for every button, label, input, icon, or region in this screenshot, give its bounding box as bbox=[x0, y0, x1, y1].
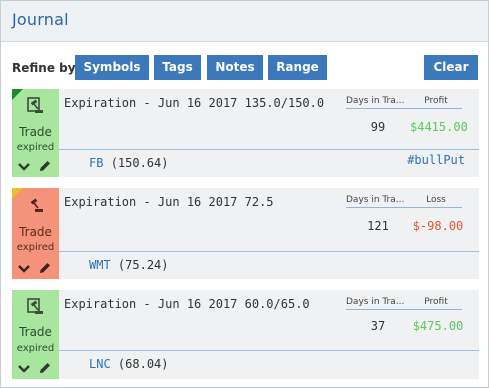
status-corner-marker bbox=[12, 89, 23, 100]
status-label: Trade bbox=[19, 225, 52, 239]
header-underline bbox=[346, 309, 462, 310]
gavel-icon bbox=[30, 198, 43, 212]
journal-panel: Journal Refine by: Symbols Tags Notes Ra… bbox=[0, 0, 489, 388]
loss-value: $-98.00 bbox=[412, 219, 464, 233]
pl-header: Loss bbox=[426, 195, 446, 205]
notes-filter-button[interactable]: Notes bbox=[207, 55, 263, 80]
days-header: Days in Tra... bbox=[346, 297, 405, 307]
entry-divider bbox=[59, 350, 479, 351]
status-label: Trade bbox=[19, 325, 52, 339]
pencil-icon[interactable] bbox=[39, 362, 51, 374]
entry-divider bbox=[59, 149, 479, 150]
journal-header: Journal bbox=[1, 1, 488, 42]
entry-status-panel: Trade expired bbox=[12, 290, 59, 379]
profit-value: $4415.00 bbox=[410, 120, 468, 134]
pencil-icon[interactable] bbox=[39, 262, 51, 274]
symbol-price: (150.64) bbox=[110, 156, 169, 170]
chevron-down-icon[interactable] bbox=[18, 364, 30, 374]
header-underline bbox=[346, 108, 462, 109]
pl-header: Profit bbox=[424, 297, 448, 307]
refine-label: Refine by: bbox=[12, 61, 81, 75]
entry-description: Expiration - Jun 16 2017 60.0/65.0 bbox=[64, 297, 310, 311]
gavel-icon bbox=[27, 298, 43, 314]
status-sublabel: expired bbox=[16, 142, 55, 153]
entry-description: Expiration - Jun 16 2017 135.0/150.0 bbox=[64, 96, 325, 110]
entry-status-panel: Trade expired bbox=[12, 188, 59, 279]
range-filter-button[interactable]: Range bbox=[268, 55, 327, 80]
journal-entry[interactable]: Trade expired Expiration - Jun 16 2017 1… bbox=[12, 89, 479, 177]
days-value: 37 bbox=[370, 319, 386, 333]
refine-bar: Refine by: Symbols Tags Notes Range Clea… bbox=[1, 54, 488, 82]
journal-entry[interactable]: Trade expired Expiration - Jun 16 2017 6… bbox=[12, 290, 479, 379]
entry-description: Expiration - Jun 16 2017 72.5 bbox=[64, 195, 274, 209]
days-header: Days in Tra... bbox=[346, 195, 405, 205]
clear-filter-button[interactable]: Clear bbox=[424, 55, 478, 80]
pl-header: Profit bbox=[424, 96, 448, 106]
entry-tag[interactable]: #bullPut bbox=[407, 153, 465, 167]
days-value: 99 bbox=[370, 120, 386, 134]
days-header: Days in Tra... bbox=[346, 96, 405, 106]
symbols-filter-button[interactable]: Symbols bbox=[75, 55, 149, 80]
status-corner-marker bbox=[12, 188, 23, 199]
entry-symbol: LNC (68.04) bbox=[89, 357, 169, 371]
chevron-down-icon[interactable] bbox=[18, 264, 30, 274]
gavel-icon bbox=[27, 97, 43, 113]
entry-divider bbox=[59, 251, 479, 252]
pencil-icon[interactable] bbox=[39, 160, 51, 172]
status-label: Trade bbox=[19, 125, 52, 139]
profit-value: $475.00 bbox=[412, 319, 464, 333]
symbol-price: (68.04) bbox=[117, 357, 169, 371]
days-value: 121 bbox=[367, 219, 389, 233]
journal-entry[interactable]: Trade expired Expiration - Jun 16 2017 7… bbox=[12, 188, 479, 279]
symbol-link[interactable]: LNC bbox=[89, 357, 111, 371]
symbol-link[interactable]: FB bbox=[89, 156, 103, 170]
chevron-down-icon[interactable] bbox=[18, 162, 30, 172]
entry-symbol: FB (150.64) bbox=[89, 156, 168, 170]
entry-symbol: WMT (75.24) bbox=[89, 258, 169, 272]
symbol-link[interactable]: WMT bbox=[89, 258, 111, 272]
status-sublabel: expired bbox=[16, 343, 55, 354]
symbol-price: (75.24) bbox=[117, 258, 169, 272]
entry-status-panel: Trade expired bbox=[12, 89, 59, 177]
page-title: Journal bbox=[12, 10, 69, 29]
status-sublabel: expired bbox=[16, 242, 55, 253]
tags-filter-button[interactable]: Tags bbox=[154, 55, 201, 80]
header-underline bbox=[346, 207, 462, 208]
